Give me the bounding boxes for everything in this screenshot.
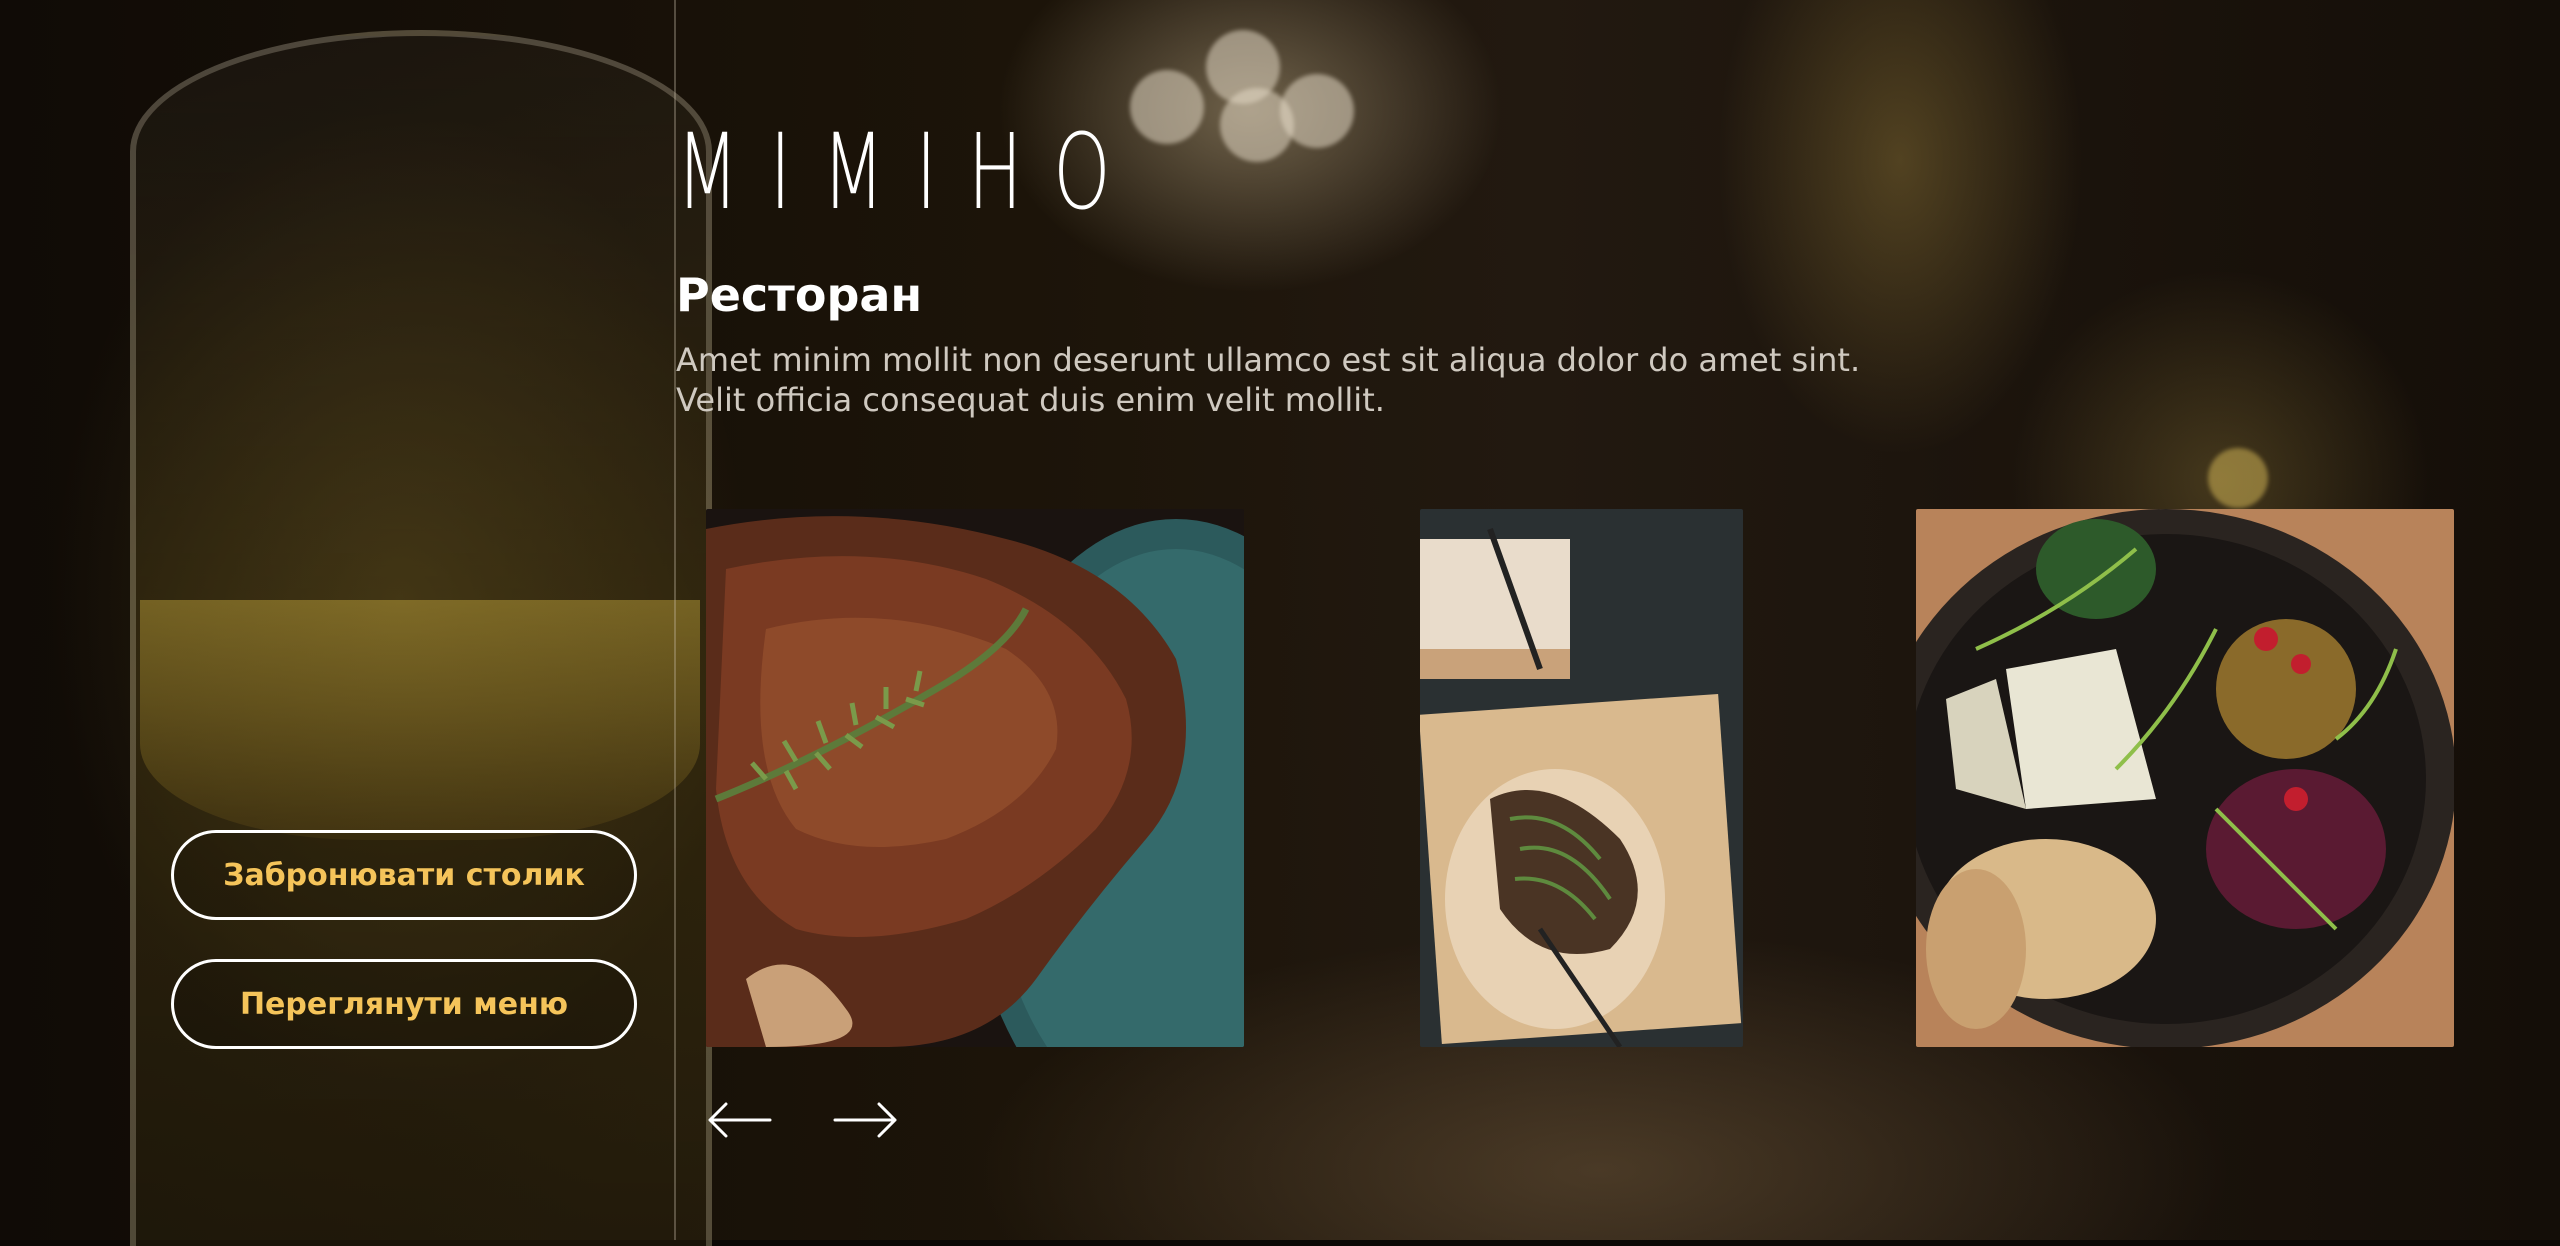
steak-photo [706,509,1244,1047]
arrow-right-icon[interactable] [833,1100,899,1140]
salad-photo [1916,509,2454,1047]
page-title: Ресторан [676,268,923,322]
arrow-left-icon[interactable] [706,1100,772,1140]
view-menu-button[interactable]: Переглянути меню [171,959,637,1049]
gallery-card-steak[interactable] [706,509,1244,1047]
brand-logo[interactable]: MIMIHO [676,120,1141,224]
gallery-card-kebab[interactable] [1420,509,1743,1047]
kebab-photo [1420,509,1743,1047]
book-table-button[interactable]: Забронювати столик [171,830,637,920]
bokeh-light [1280,74,1354,148]
gallery-card-salad[interactable] [1916,509,2454,1047]
wine-in-glass [140,600,700,840]
bokeh-light [2208,448,2268,508]
page-description: Amet minim mollit non deserunt ullamco e… [676,341,1861,419]
